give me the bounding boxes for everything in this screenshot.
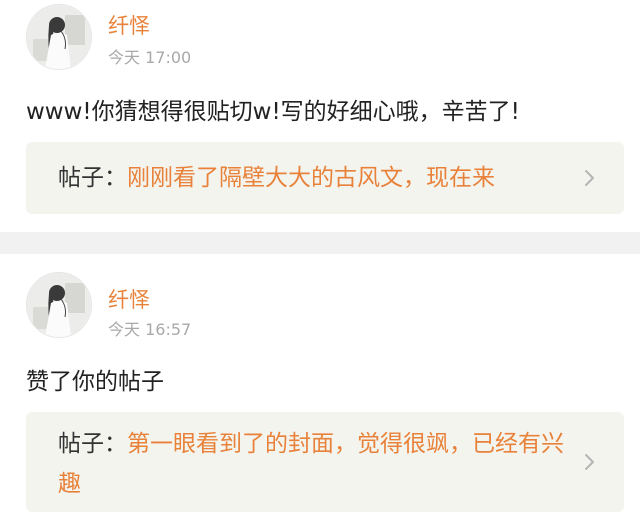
- post-link[interactable]: 帖子：刚刚看了隔壁大大的古风文，现在来: [26, 142, 624, 214]
- timestamp: 今天 17:00: [108, 48, 192, 67]
- chevron-right-icon: [585, 454, 594, 470]
- notification-card: 纤怿 今天 16:57 赞了你的帖子 帖子：第一眼看到了的封面，觉得很飒，已经有…: [0, 254, 640, 523]
- comment-text: 赞了你的帖子: [26, 369, 164, 395]
- avatar[interactable]: [26, 4, 92, 70]
- comment-text: www!你猜想得很贴切w!写的好细心哦，辛苦了!: [26, 99, 520, 125]
- post-link[interactable]: 帖子：第一眼看到了的封面，觉得很飒，已经有兴趣: [26, 412, 624, 512]
- post-prefix: 帖子：: [58, 165, 127, 191]
- post-title: 刚刚看了隔壁大大的古风文，现在来: [127, 165, 495, 191]
- chevron-right-icon: [585, 170, 594, 186]
- username[interactable]: 纤怿: [108, 284, 150, 314]
- notification-card: 纤怿 今天 17:00 www!你猜想得很贴切w!写的好细心哦，辛苦了! 帖子：…: [0, 0, 640, 232]
- section-divider: [0, 232, 640, 254]
- avatar-image: [27, 5, 91, 69]
- post-title: 第一眼看到了的封面，觉得很飒，已经有兴趣: [58, 431, 564, 497]
- username[interactable]: 纤怿: [108, 10, 150, 40]
- post-prefix: 帖子：: [58, 431, 127, 457]
- avatar-image: [27, 273, 91, 337]
- avatar[interactable]: [26, 272, 92, 338]
- timestamp: 今天 16:57: [108, 320, 192, 339]
